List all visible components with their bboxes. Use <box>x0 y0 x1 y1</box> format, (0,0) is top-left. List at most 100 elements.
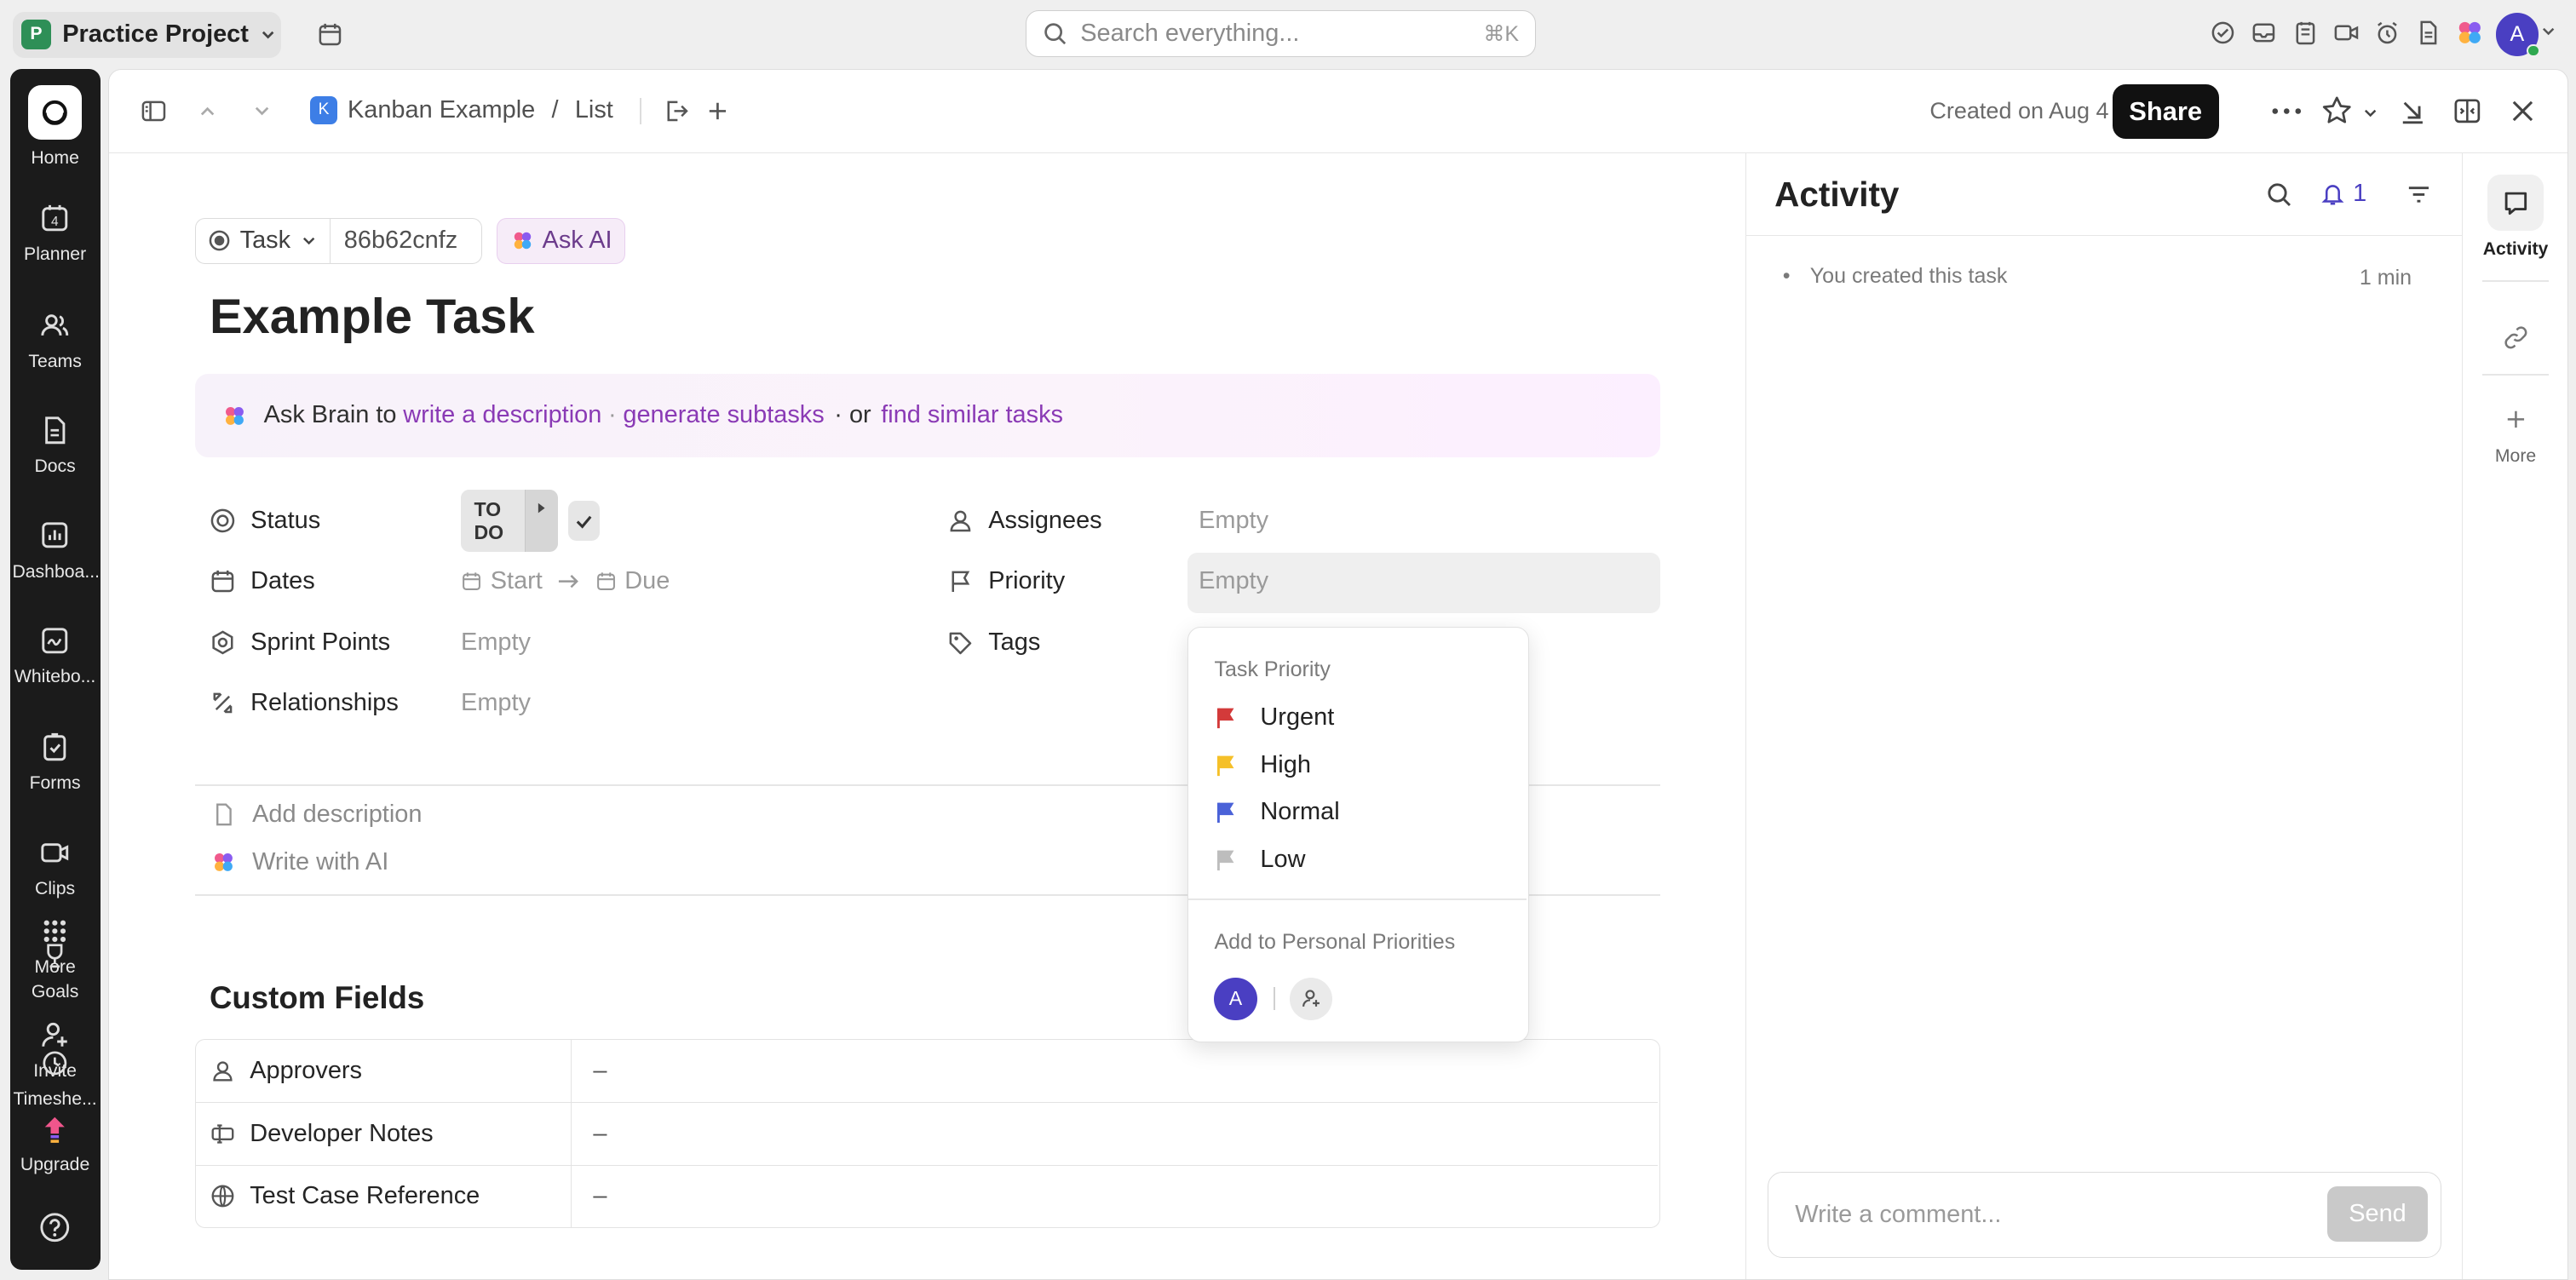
custom-field-row[interactable]: Developer Notes – <box>195 1102 1659 1165</box>
breadcrumb-list[interactable]: Kanban Example <box>348 96 535 124</box>
sprint-points-value[interactable]: Empty <box>461 629 531 657</box>
custom-field-value[interactable]: – <box>572 1182 607 1210</box>
write-with-ai[interactable]: Write with AI <box>211 848 388 876</box>
nav-forms[interactable]: Forms <box>10 729 101 794</box>
notepad-icon[interactable] <box>2291 18 2320 48</box>
help-button[interactable] <box>10 1209 101 1254</box>
task-check-icon[interactable] <box>2208 18 2238 48</box>
nav-dashboards[interactable]: Dashboa... <box>10 518 101 583</box>
breadcrumb-view[interactable]: List <box>575 96 613 124</box>
status-next-button[interactable] <box>524 489 559 553</box>
nav-whiteboards[interactable]: Whitebo... <box>10 623 101 687</box>
minimize-icon[interactable] <box>2398 96 2428 126</box>
activity-tab[interactable]: Activity <box>2463 175 2567 259</box>
plus-icon[interactable] <box>704 98 731 124</box>
nav-docs[interactable]: Docs <box>10 412 101 477</box>
custom-field-value[interactable]: – <box>572 1120 607 1148</box>
ask-ai-button[interactable]: Ask AI <box>497 217 625 264</box>
priority-option-low[interactable]: Low <box>1214 846 1305 874</box>
links-tab[interactable] <box>2463 324 2567 351</box>
brain-ai-icon[interactable] <box>2455 18 2485 48</box>
custom-field-row[interactable]: Test Case Reference – <box>195 1164 1659 1227</box>
custom-field-row[interactable]: Approvers – <box>196 1039 1659 1103</box>
start-date[interactable]: Start <box>491 567 543 595</box>
planner-badge: 4 <box>51 215 59 229</box>
add-person-button[interactable] <box>1290 977 1333 1020</box>
add-user-icon <box>1302 990 1320 1007</box>
filter-icon[interactable] <box>2406 181 2432 208</box>
search-input[interactable]: Search everything... ⌘K <box>1025 9 1537 58</box>
share-button[interactable]: Share <box>2112 84 2219 139</box>
flag-icon <box>952 571 970 593</box>
dates-control: Start Due <box>461 567 670 595</box>
more-horizontal-icon[interactable] <box>2270 100 2303 123</box>
user-avatar[interactable]: A <box>2495 13 2540 58</box>
move-icon[interactable] <box>663 98 689 124</box>
workspace-switcher[interactable]: P Practice Project <box>13 11 281 58</box>
task-type-selector[interactable]: Task 86b62cnfz <box>194 217 483 264</box>
online-status-dot <box>2527 44 2540 58</box>
assignees-value[interactable]: Empty <box>1199 507 1268 535</box>
add-description[interactable]: Add description <box>211 801 422 829</box>
priority-value[interactable]: Empty <box>1199 567 1268 595</box>
dates-label-group: Dates <box>210 567 315 595</box>
chevron-up-icon[interactable] <box>198 101 217 121</box>
due-date[interactable]: Due <box>624 567 670 595</box>
star-icon[interactable] <box>2320 95 2354 128</box>
task-type-button[interactable]: Task <box>196 218 331 263</box>
complete-task-button[interactable] <box>568 501 600 541</box>
play-arrow-icon <box>538 502 546 513</box>
personal-priority-avatar[interactable]: A <box>1214 977 1257 1020</box>
dropdown-divider <box>1187 898 1527 901</box>
nav-upgrade[interactable]: Upgrade <box>10 1111 101 1175</box>
chevron-down-icon[interactable] <box>2362 105 2378 121</box>
custom-field-label: Approvers <box>250 1057 363 1085</box>
nav-goals-label: Goals <box>31 982 79 1002</box>
nav-teams[interactable]: Teams <box>10 307 101 372</box>
priority-option-high[interactable]: High <box>1214 751 1311 779</box>
notifications-button[interactable]: 1 <box>2320 180 2366 208</box>
nav-planner[interactable]: 4 Planner <box>10 200 101 265</box>
calendar-icon[interactable] <box>312 18 348 51</box>
nav-clips[interactable]: Clips <box>10 835 101 899</box>
generate-subtasks-link[interactable]: generate subtasks <box>623 401 824 429</box>
status-pill[interactable]: TO DO <box>461 489 559 553</box>
workspace-name: Practice Project <box>62 20 249 48</box>
assignees-label-group: Assignees <box>947 507 1102 535</box>
find-similar-tasks-link[interactable]: find similar tasks <box>881 401 1063 429</box>
priority-option-urgent[interactable]: Urgent <box>1214 703 1334 732</box>
brain-ai-icon <box>214 853 233 872</box>
document-icon[interactable] <box>2413 18 2443 48</box>
custom-fields-table: Approvers – Developer Notes – Test Case … <box>194 1038 1661 1228</box>
inbox-icon[interactable] <box>2250 18 2280 48</box>
nav-home[interactable]: Home <box>10 85 101 168</box>
more-tab[interactable]: More <box>2463 406 2567 466</box>
priority-option-normal[interactable]: Normal <box>1214 798 1340 826</box>
tags-field: Tags <box>947 629 1040 657</box>
panel-layout-icon[interactable] <box>2452 96 2482 126</box>
priority-option-label: Low <box>1260 846 1306 874</box>
tag-icon <box>949 632 972 655</box>
search-icon[interactable] <box>2266 181 2292 208</box>
relationships-value[interactable]: Empty <box>461 689 531 717</box>
alarm-icon[interactable] <box>2372 18 2402 48</box>
activity-item-time: 1 min <box>2359 265 2412 290</box>
nav-goals[interactable]: Goals <box>10 938 101 1002</box>
chevron-down-icon[interactable] <box>2540 23 2556 39</box>
sidebar-toggle-icon[interactable] <box>141 98 167 124</box>
send-button[interactable]: Send <box>2327 1185 2428 1243</box>
custom-field-value[interactable]: – <box>572 1057 607 1085</box>
task-title[interactable]: Example Task <box>210 289 535 345</box>
task-id[interactable]: 86b62cnfz <box>331 219 470 263</box>
nav-clips-label: Clips <box>35 878 76 898</box>
assignees-label: Assignees <box>988 507 1102 535</box>
close-icon[interactable] <box>2510 98 2536 124</box>
nav-timesheets[interactable]: Timeshe... <box>10 1045 101 1110</box>
teams-icon <box>37 307 72 343</box>
nav-forms-label: Forms <box>29 773 81 794</box>
comment-input[interactable]: Write a comment... Send <box>1768 1172 2442 1258</box>
write-description-link[interactable]: write a description <box>403 401 601 429</box>
list-avatar: K <box>309 95 338 124</box>
chevron-down-icon[interactable] <box>252 101 272 121</box>
video-icon[interactable] <box>2332 18 2361 48</box>
